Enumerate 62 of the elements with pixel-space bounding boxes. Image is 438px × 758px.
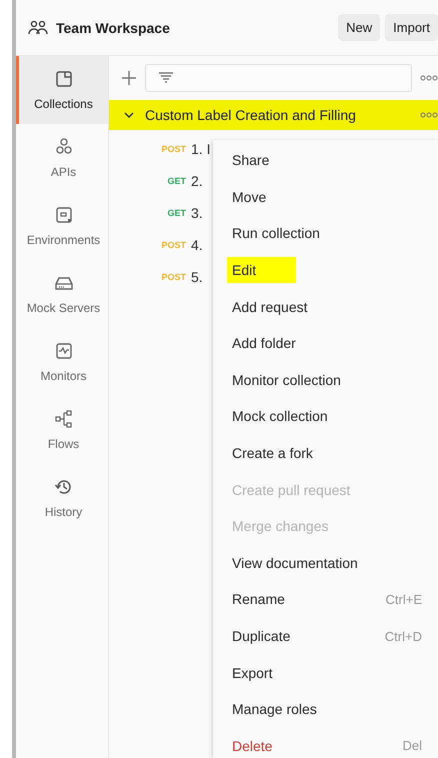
menu-label: Monitor collection: [231, 370, 342, 390]
menu-label: Share: [231, 151, 270, 170]
sidebar-item[interactable]: Mock Servers: [16, 260, 108, 328]
menu-label: Add folder: [231, 334, 297, 354]
new-button[interactable]: New: [338, 14, 380, 41]
request-item[interactable]: POST 5.: [109, 261, 205, 293]
menu-item[interactable]: Mock collection: [213, 398, 438, 435]
shortcut-text: Del: [402, 738, 422, 754]
menu-label: Mock collection: [231, 407, 329, 426]
request-item[interactable]: GET 3.: [109, 197, 205, 229]
import-button[interactable]: Import: [385, 14, 438, 41]
menu-label: Export: [231, 664, 274, 683]
menu-item[interactable]: Manage roles: [213, 690, 438, 728]
menu-item[interactable]: Edit: [213, 252, 438, 288]
menu-label: Create pull request: [231, 480, 352, 500]
menu-item[interactable]: View documentation: [213, 544, 438, 582]
menu-label: View documentation: [231, 554, 359, 573]
menu-label: Create a fork: [231, 444, 314, 464]
environment-icon: [54, 205, 74, 225]
collection-icon: [54, 69, 74, 89]
menu-item[interactable]: Add folder: [213, 324, 438, 362]
menu-item[interactable]: Create a fork: [213, 434, 438, 472]
collection-row[interactable]: Custom Label Creation and Filling: [109, 100, 438, 130]
menu-item[interactable]: Add request: [213, 288, 438, 325]
menu-item[interactable]: Rename Ctrl+E: [213, 581, 438, 618]
sidebar-item[interactable]: History: [16, 464, 108, 532]
workspace-title: Team Workspace: [56, 20, 171, 36]
menu-item[interactable]: Export: [213, 654, 438, 691]
sidebar-item[interactable]: Flows: [16, 396, 108, 464]
more-icon[interactable]: [420, 112, 438, 118]
shortcut-text: Ctrl+E: [386, 592, 422, 607]
menu-item[interactable]: Duplicate Ctrl+D: [213, 618, 438, 654]
flow-icon: [54, 409, 74, 429]
sidebar-item[interactable]: Environments: [16, 192, 108, 260]
filter-icon: [158, 72, 174, 84]
monitor-icon: [54, 341, 74, 361]
menu-item[interactable]: Move: [213, 178, 438, 216]
menu-item[interactable]: Share: [213, 142, 438, 179]
request-item[interactable]: POST 1. I: [109, 133, 212, 165]
more-icon[interactable]: [420, 75, 438, 81]
collection-name: Custom Label Creation and Filling: [145, 107, 357, 123]
menu-item[interactable]: Monitor collection: [213, 362, 438, 398]
sidebar-item[interactable]: Collections: [16, 56, 108, 124]
menu-label: Merge changes: [231, 517, 330, 536]
filter-field[interactable]: [145, 64, 412, 92]
menu-label: Manage roles: [231, 700, 318, 720]
menu-label: Duplicate: [231, 627, 292, 646]
sidebar-item[interactable]: APIs: [16, 124, 108, 192]
menu-label: Add request: [231, 298, 308, 317]
request-item[interactable]: GET 2.: [109, 165, 205, 197]
sidebar-item[interactable]: Monitors: [16, 328, 108, 396]
menu-label: Delete: [231, 736, 274, 756]
menu-label: Move: [231, 188, 268, 207]
menu-label: Run collection: [231, 224, 321, 244]
menu-label: Edit: [227, 257, 296, 284]
menu-label: Rename: [231, 590, 286, 610]
menu-item[interactable]: Run collection: [213, 215, 438, 252]
shortcut-text: Ctrl+D: [384, 628, 422, 644]
team-icon: [28, 20, 48, 36]
menu-item[interactable]: Delete Del: [213, 728, 438, 758]
request-item[interactable]: POST 4.: [109, 229, 205, 261]
add-icon[interactable]: [121, 70, 137, 86]
